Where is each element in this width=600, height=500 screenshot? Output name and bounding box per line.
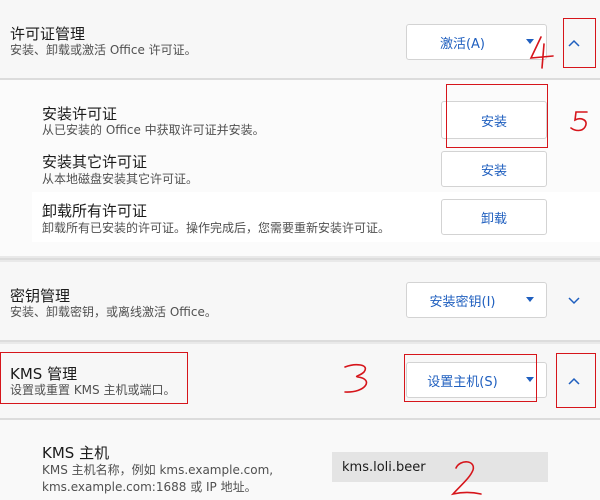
annotation-number-4	[529, 36, 554, 69]
chevron-down-icon	[568, 297, 580, 305]
activate-dropdown-label: 激活(A)	[439, 36, 486, 52]
install-license-desc: 从已安装的 Office 中获取许可证并安装。	[42, 123, 265, 137]
uninstall-all-title: 卸载所有许可证	[42, 202, 148, 220]
install-other-license-button[interactable]: 安装	[441, 151, 547, 187]
annotation-box	[0, 352, 188, 404]
annotation-box	[446, 84, 548, 148]
license-management-title: 许可证管理	[10, 25, 86, 43]
key-management-desc: 安装、卸载密钥，或离线激活 Office。	[10, 305, 217, 319]
kms-host-desc-line2: kms.example.com:1688 或 IP 地址。	[42, 480, 257, 494]
install-key-dropdown-label: 安装密钥(I)	[429, 294, 496, 310]
annotation-number-5	[570, 111, 588, 132]
uninstall-all-button[interactable]: 卸载	[441, 199, 547, 235]
install-other-license-title: 安装其它许可证	[42, 153, 148, 171]
divider	[0, 258, 600, 260]
uninstall-all-desc: 卸载所有已安装的许可证。操作完成后，您需要重新安装许可证。	[42, 221, 391, 235]
kms-host-input[interactable]: kms.loli.beer	[332, 452, 548, 482]
activate-dropdown[interactable]: 激活(A)	[406, 24, 547, 60]
dropdown-arrow-icon	[526, 297, 534, 302]
annotation-box	[556, 353, 596, 408]
install-license-title: 安装许可证	[42, 105, 118, 123]
expand-key-button[interactable]	[559, 286, 589, 316]
annotation-box	[563, 18, 596, 68]
key-management-title: 密钥管理	[10, 287, 71, 305]
kms-host-desc-line1: KMS 主机名称，例如 kms.example.com,	[42, 463, 274, 477]
kms-host-title: KMS 主机	[42, 444, 110, 462]
install-other-license-desc: 从本地磁盘安装其它许可证。	[42, 172, 199, 186]
annotation-number-3	[344, 363, 368, 393]
divider	[0, 340, 600, 342]
annotation-box	[404, 354, 537, 402]
install-key-dropdown[interactable]: 安装密钥(I)	[406, 282, 547, 318]
license-management-desc: 安装、卸载或激活 Office 许可证。	[10, 43, 197, 57]
annotation-number-2	[450, 461, 482, 496]
